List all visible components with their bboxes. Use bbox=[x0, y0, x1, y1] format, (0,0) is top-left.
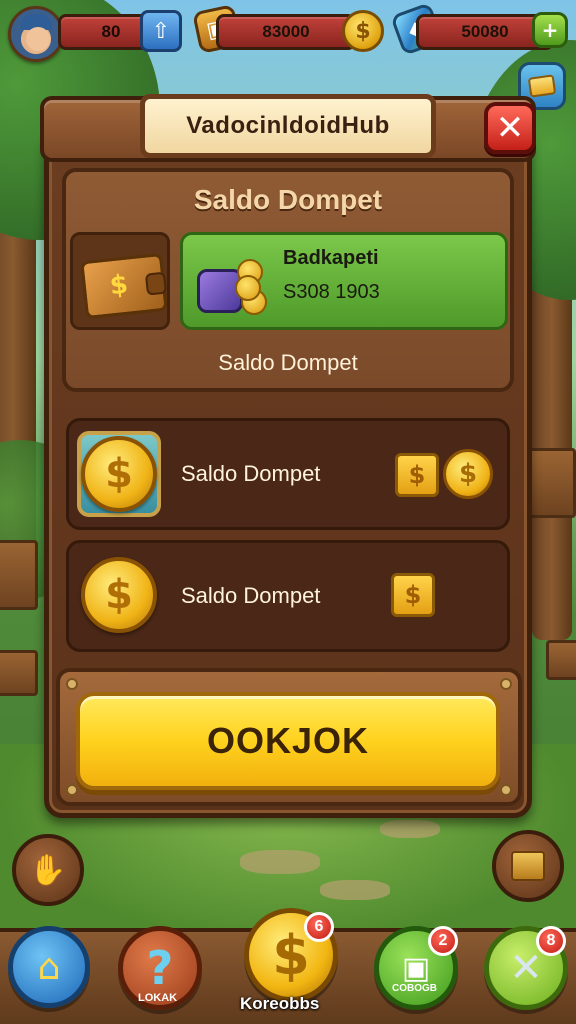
help-label: LOKAK bbox=[138, 992, 178, 1004]
coin-box-icon: $ bbox=[395, 453, 439, 497]
wallet-icon: $ bbox=[80, 252, 168, 320]
close-button[interactable]: ✕ bbox=[484, 102, 536, 154]
gems-value: 50080 bbox=[461, 22, 509, 41]
gold-value: 83000 bbox=[262, 22, 310, 41]
list-item[interactable]: $ Saldo Dompet $ $ bbox=[66, 418, 510, 530]
crossed-swords-icon: ✕ bbox=[509, 945, 543, 991]
home-button[interactable]: ⌂ bbox=[8, 926, 90, 1008]
battle-badge: 8 bbox=[536, 926, 566, 956]
level-up-icon[interactable]: ⇧ bbox=[140, 10, 182, 52]
box-icon bbox=[511, 851, 545, 881]
camera-icon: ▣ bbox=[401, 950, 431, 986]
gold-bar: 83000 bbox=[216, 14, 356, 50]
coins-badge: 6 bbox=[304, 912, 334, 942]
close-icon: ✕ bbox=[495, 108, 525, 148]
level-value: 80 bbox=[101, 22, 121, 41]
player-avatar[interactable] bbox=[8, 6, 64, 62]
coin-icon: $ bbox=[81, 436, 157, 512]
shop-badge: 2 bbox=[428, 926, 458, 956]
coin-icon: $ bbox=[81, 557, 157, 633]
balance-amount: S308 1903 bbox=[283, 281, 380, 303]
coin-icon: $ bbox=[443, 449, 493, 499]
gold-coin-icon: $ bbox=[342, 10, 384, 52]
dialog-title: Vadocinldoid­Hub bbox=[140, 94, 436, 158]
coin-icon: $ bbox=[272, 923, 310, 987]
row-label: Saldo Dompet bbox=[181, 461, 321, 486]
coins-label: Koreobbs bbox=[240, 994, 320, 1013]
wallet-subtitle: Saldo Dompet bbox=[218, 350, 358, 375]
list-item[interactable]: $ Saldo Dompet $ bbox=[66, 540, 510, 652]
shop-label: COBOGB bbox=[392, 983, 437, 994]
confirm-button[interactable]: OOKJOK bbox=[76, 692, 500, 790]
wallet-heading: Saldo Dompet bbox=[193, 184, 383, 215]
card-icon bbox=[527, 74, 557, 98]
row-label: Saldo Dompet bbox=[181, 583, 321, 608]
question-icon: ? bbox=[146, 941, 174, 995]
hand-icon: ✋ bbox=[29, 852, 67, 888]
hand-button[interactable]: ✋ bbox=[12, 834, 84, 906]
home-icon: ⌂ bbox=[37, 946, 61, 988]
top-hud: 80 ⇧ ▣ 83000 $ ◆ 50080 + bbox=[6, 2, 570, 62]
wallet-icon-frame: $ bbox=[70, 232, 170, 330]
coin-box-icon: $ bbox=[391, 573, 435, 617]
inventory-button[interactable] bbox=[492, 830, 564, 902]
coin-bag-icon bbox=[195, 249, 267, 321]
balance-label: Badkapeti bbox=[283, 247, 379, 269]
balance-box: Badkapeti S308 1903 bbox=[180, 232, 508, 330]
coin-frame: $ bbox=[77, 431, 161, 517]
add-gems-button[interactable]: + bbox=[532, 12, 568, 48]
